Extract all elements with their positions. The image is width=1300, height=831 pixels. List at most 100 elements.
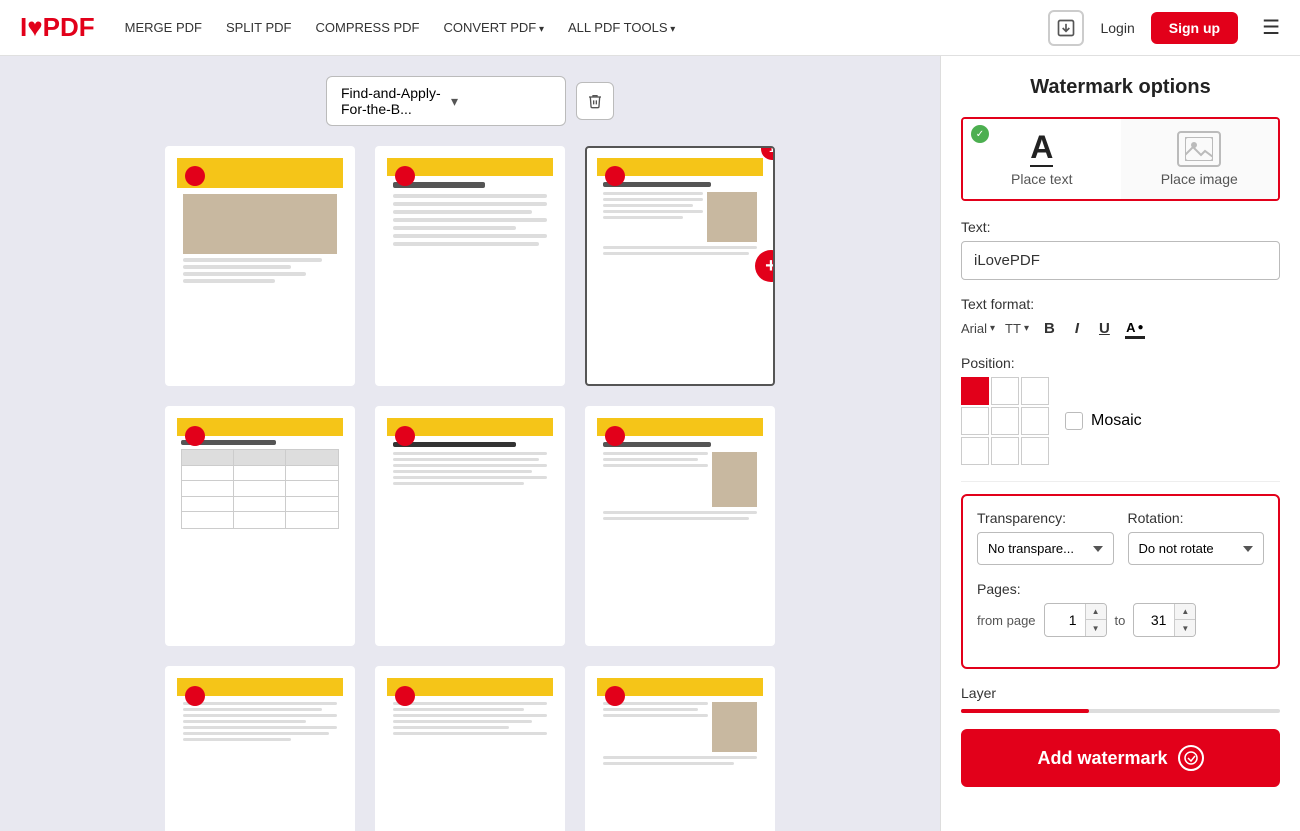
nav-split-pdf[interactable]: SPLIT PDF — [226, 20, 292, 35]
mosaic-checkbox-box[interactable] — [1065, 412, 1083, 430]
text-format-row: Arial ▾ TT ▾ B I U A ● — [961, 318, 1280, 339]
watermark-indicator — [395, 686, 415, 706]
nav-convert-pdf[interactable]: CONVERT PDF — [444, 20, 545, 35]
position-cell-middle-center[interactable] — [991, 407, 1019, 435]
font-arrow-icon: ▾ — [990, 323, 995, 334]
tab-place-image[interactable]: Place image — [1121, 119, 1279, 199]
header-right: Login Sign up ☰ — [1048, 10, 1280, 46]
position-cell-bottom-right[interactable] — [1021, 437, 1049, 465]
table-row[interactable] — [375, 666, 565, 831]
bold-button[interactable]: B — [1039, 318, 1060, 339]
pages-label: Pages: — [977, 581, 1264, 597]
table-row[interactable] — [375, 406, 565, 646]
watermark-type-tabs: ✓ A Place text Place image — [961, 117, 1280, 201]
position-section: Position: Mos — [961, 355, 1280, 465]
watermark-indicator — [185, 686, 205, 706]
rotation-field: Rotation: Do not rotate 45° 90° 135° 180… — [1128, 510, 1265, 565]
from-page-up-button[interactable]: ▲ — [1086, 604, 1106, 620]
color-dot-icon: ● — [1138, 322, 1144, 333]
transparency-field: Transparency: No transpare... 25% 50% 75… — [977, 510, 1114, 565]
delete-file-button[interactable] — [576, 82, 614, 120]
add-watermark-label: Add watermark — [1037, 748, 1167, 769]
rotation-select[interactable]: Do not rotate 45° 90° 135° 180° — [1128, 532, 1265, 565]
table-row[interactable] — [375, 146, 565, 386]
page-badge: 1 — [761, 146, 775, 160]
position-cell-middle-right[interactable] — [1021, 407, 1049, 435]
position-grid-container: Mosaic — [961, 377, 1280, 465]
watermark-indicator — [395, 166, 415, 186]
login-button[interactable]: Login — [1100, 20, 1134, 36]
from-page-input[interactable] — [1045, 606, 1085, 634]
pages-section: Pages: from page ▲ ▼ to ▲ — [977, 581, 1264, 637]
transparency-rotation-pages-box: Transparency: No transpare... 25% 50% 75… — [961, 494, 1280, 669]
position-cell-top-center[interactable] — [991, 377, 1019, 405]
to-page-up-button[interactable]: ▲ — [1175, 604, 1195, 620]
to-page-down-button[interactable]: ▼ — [1175, 620, 1195, 636]
font-selector[interactable]: Arial ▾ — [961, 321, 995, 336]
table-row[interactable] — [165, 146, 355, 386]
tab-place-text[interactable]: ✓ A Place text — [963, 119, 1121, 199]
position-cell-bottom-left[interactable] — [961, 437, 989, 465]
table-row[interactable]: 1 — [585, 146, 775, 386]
pages-inputs: from page ▲ ▼ to ▲ ▼ — [977, 603, 1264, 637]
layer-label: Layer — [961, 685, 1280, 701]
text-format-label: Text format: — [961, 296, 1280, 312]
transparency-rotation-row: Transparency: No transpare... 25% 50% 75… — [977, 510, 1264, 565]
font-name: Arial — [961, 321, 987, 336]
hamburger-icon[interactable]: ☰ — [1262, 15, 1280, 40]
font-size-selector[interactable]: TT ▾ — [1005, 321, 1029, 336]
from-page-spinner: ▲ ▼ — [1085, 604, 1106, 636]
size-arrow-icon: ▾ — [1024, 323, 1029, 334]
pages-area: Find-and-Apply-For-the-B... ▾ — [0, 56, 940, 831]
nav-compress-pdf[interactable]: COMPRESS PDF — [315, 20, 419, 35]
dropdown-arrow-icon: ▾ — [451, 93, 551, 110]
rotation-label: Rotation: — [1128, 510, 1265, 526]
font-size-label: TT — [1005, 321, 1021, 336]
divider — [961, 481, 1280, 482]
logo-text: I♥PDF — [20, 12, 95, 43]
from-page-input-wrap: ▲ ▼ — [1044, 603, 1107, 637]
nav-all-tools[interactable]: ALL PDF TOOLS — [568, 20, 675, 35]
position-cell-bottom-center[interactable] — [991, 437, 1019, 465]
position-cell-top-right[interactable] — [1021, 377, 1049, 405]
header: I♥PDF MERGE PDF SPLIT PDF COMPRESS PDF C… — [0, 0, 1300, 56]
table-row[interactable] — [165, 406, 355, 646]
file-dropdown[interactable]: Find-and-Apply-For-the-B... ▾ — [326, 76, 566, 126]
logo[interactable]: I♥PDF — [20, 12, 95, 43]
italic-button[interactable]: I — [1070, 318, 1084, 339]
watermark-indicator — [185, 426, 205, 446]
watermark-indicator — [605, 686, 625, 706]
from-page-down-button[interactable]: ▼ — [1086, 620, 1106, 636]
pages-grid: 1 — [165, 146, 775, 831]
transparency-label: Transparency: — [977, 510, 1114, 526]
watermark-indicator — [185, 166, 205, 186]
sidebar-title: Watermark options — [961, 76, 1280, 99]
layer-section: Layer — [961, 685, 1280, 713]
position-cell-middle-left[interactable] — [961, 407, 989, 435]
layer-slider[interactable] — [961, 709, 1280, 713]
mosaic-checkbox[interactable]: Mosaic — [1065, 412, 1142, 430]
text-format-section: Text format: Arial ▾ TT ▾ B I U A ● — [961, 296, 1280, 339]
add-watermark-button[interactable]: Add watermark — [961, 729, 1280, 787]
table-row[interactable] — [585, 406, 775, 646]
table-row[interactable] — [585, 666, 775, 831]
text-tab-icon: A — [1030, 131, 1053, 167]
layer-slider-wrap — [961, 709, 1280, 713]
signup-button[interactable]: Sign up — [1151, 12, 1238, 44]
text-section: Text: — [961, 219, 1280, 296]
transparency-select[interactable]: No transpare... 25% 50% 75% — [977, 532, 1114, 565]
underline-button[interactable]: U — [1094, 318, 1115, 339]
text-input[interactable] — [961, 241, 1280, 280]
color-picker-button[interactable]: A ● — [1125, 319, 1145, 339]
nav-merge-pdf[interactable]: MERGE PDF — [125, 20, 202, 35]
watermark-indicator — [605, 166, 625, 186]
to-page-input[interactable] — [1134, 606, 1174, 634]
color-label: A — [1126, 320, 1135, 335]
table-row[interactable] — [165, 666, 355, 831]
download-icon[interactable] — [1048, 10, 1084, 46]
to-label: to — [1115, 613, 1126, 628]
from-page-label: from page — [977, 613, 1036, 628]
position-grid — [961, 377, 1049, 465]
tab-text-label: Place text — [1011, 171, 1072, 187]
position-cell-top-left[interactable] — [961, 377, 989, 405]
